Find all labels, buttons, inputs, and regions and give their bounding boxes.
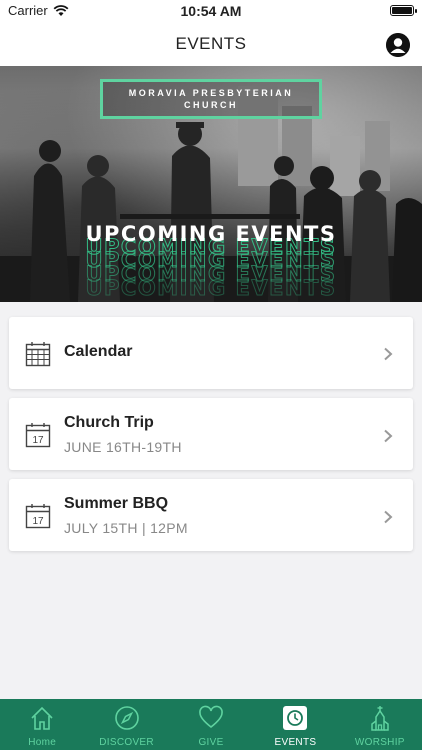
tab-label: Home	[28, 737, 57, 748]
home-icon	[31, 706, 53, 730]
chevron-right-icon	[384, 347, 393, 361]
compass-icon	[114, 706, 139, 730]
status-time: 10:54 AM	[180, 3, 242, 19]
tab-label: GIVE	[198, 737, 224, 748]
hero-headline: UPCOMING EVENTS	[85, 222, 337, 246]
tab-worship[interactable]: WORSHIP	[338, 699, 422, 750]
clock-icon	[283, 706, 308, 730]
tab-bar: Home DISCOVER GIVE EVENTS WORSHIP	[0, 699, 422, 750]
event-date: JUNE 16TH-19TH	[64, 439, 182, 455]
calendar-day-number: 17	[32, 516, 44, 527]
list-item-summer-bbq[interactable]: 17 Summer BBQ JULY 15TH | 12PM	[9, 479, 413, 551]
chevron-right-icon	[384, 510, 393, 524]
church-name-line1: MORAVIA PRESBYTERIAN	[128, 88, 294, 98]
calendar-date-icon: 17	[25, 423, 51, 448]
chevron-right-icon	[384, 429, 393, 443]
calendar-grid-icon	[25, 342, 51, 367]
list-item-church-trip[interactable]: 17 Church Trip JUNE 16TH-19TH	[9, 398, 413, 470]
tab-label: WORSHIP	[354, 737, 405, 748]
tab-home[interactable]: Home	[0, 699, 84, 750]
church-logo-badge: MORAVIA PRESBYTERIAN CHURCH	[100, 79, 322, 119]
tab-events[interactable]: EVENTS	[253, 699, 337, 750]
profile-button[interactable]	[386, 33, 410, 57]
church-icon	[371, 706, 389, 731]
nav-bar: EVENTS	[0, 22, 422, 66]
tab-label: DISCOVER	[99, 737, 154, 748]
status-bar: Carrier 10:54 AM	[0, 0, 422, 22]
tab-discover[interactable]: DISCOVER	[84, 699, 168, 750]
user-icon	[386, 33, 410, 57]
calendar-date-icon: 17	[25, 504, 51, 529]
tab-label: EVENTS	[274, 737, 317, 748]
tab-give[interactable]: GIVE	[169, 699, 253, 750]
event-title: Calendar	[64, 343, 133, 360]
calendar-day-number: 17	[32, 435, 44, 446]
event-title: Church Trip	[64, 414, 154, 431]
hero-banner: MORAVIA PRESBYTERIAN CHURCH UPCOMING EVE…	[0, 66, 422, 302]
page-title: EVENTS	[175, 34, 247, 53]
event-date: JULY 15TH | 12PM	[64, 520, 188, 536]
event-title: Summer BBQ	[64, 495, 169, 512]
church-name-line2: CHURCH	[184, 100, 238, 110]
battery-icon	[390, 5, 417, 16]
heart-icon	[199, 705, 223, 729]
list-item-calendar[interactable]: Calendar	[9, 317, 413, 389]
